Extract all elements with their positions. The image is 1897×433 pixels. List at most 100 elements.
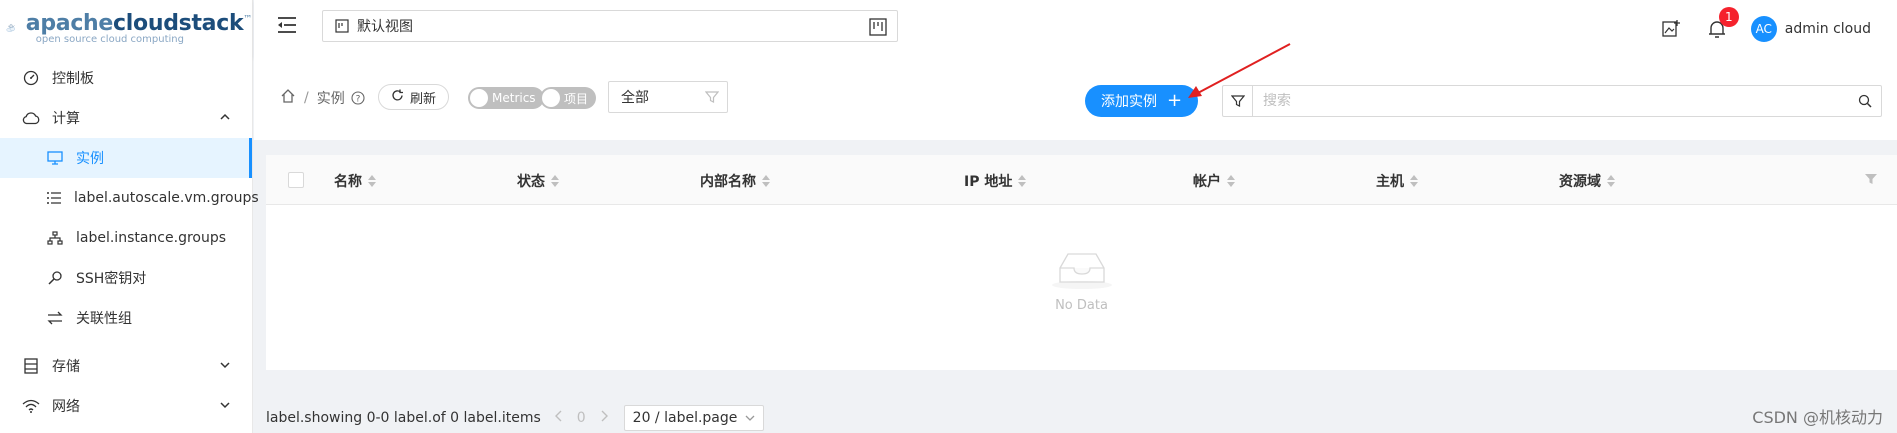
column-header-zone[interactable]: 资源域 bbox=[1559, 171, 1615, 191]
swap-icon bbox=[46, 309, 64, 327]
sidebar-item-label: 存储 bbox=[52, 359, 80, 375]
sidebar-item-network[interactable]: 网络 bbox=[0, 386, 252, 426]
sort-icon bbox=[1018, 175, 1027, 187]
page-toolbar: / 实例 ? 刷新 Metrics 项目 全部 添加实例 + bbox=[254, 58, 1897, 140]
filter-select[interactable]: 全部 bbox=[608, 81, 728, 113]
search-button[interactable] bbox=[1849, 86, 1881, 116]
sidebar-item-storage[interactable]: 存储 bbox=[0, 346, 252, 386]
project-toggle[interactable]: 项目 bbox=[540, 87, 597, 109]
sidebar-item-label: label.instance.groups bbox=[76, 230, 227, 246]
sidebar-item-compute[interactable]: 计算 bbox=[0, 98, 252, 138]
sort-icon bbox=[1607, 175, 1615, 187]
cloud-icon bbox=[22, 109, 40, 127]
view-selector[interactable]: 默认视图 bbox=[322, 10, 898, 42]
page-size-select[interactable]: 20 / label.page bbox=[623, 405, 765, 431]
sidebar-item-label: 网络 bbox=[52, 399, 80, 415]
watermark: CSDN @机核动力 bbox=[1752, 408, 1883, 427]
sort-icon bbox=[1410, 175, 1418, 187]
cloudstack-mascot-icon bbox=[6, 23, 15, 32]
sidebar-item-label: 关联性组 bbox=[76, 311, 132, 327]
chevron-down-icon bbox=[220, 398, 230, 414]
sidebar-item-label: label.autoscale.vm.groups bbox=[74, 190, 259, 206]
sidebar-item-dashboard[interactable]: 控制板 bbox=[0, 58, 252, 98]
metrics-toggle[interactable]: Metrics bbox=[468, 87, 544, 109]
column-header-state[interactable]: 状态 bbox=[517, 171, 559, 191]
table-header: 名称 状态 内部名称 IP 地址 帐户 主机 资源域 bbox=[266, 155, 1897, 205]
sort-icon bbox=[1227, 175, 1235, 187]
user-name[interactable]: admin cloud bbox=[1785, 21, 1871, 37]
column-header-internal-name[interactable]: 内部名称 bbox=[700, 171, 770, 191]
menu-fold-icon[interactable] bbox=[276, 14, 298, 36]
add-instance-button[interactable]: 添加实例 + bbox=[1085, 85, 1199, 117]
project-icon bbox=[335, 19, 349, 33]
breadcrumb: / 实例 ? bbox=[280, 88, 365, 108]
notification-badge: 1 bbox=[1718, 7, 1739, 27]
avatar[interactable]: AC bbox=[1750, 16, 1777, 42]
home-icon[interactable] bbox=[280, 88, 296, 108]
bell-icon[interactable]: 1 bbox=[1705, 7, 1739, 41]
column-header-host[interactable]: 主机 bbox=[1376, 171, 1418, 191]
metrics-toggle-label: Metrics bbox=[492, 91, 536, 105]
project-toggle-label: 项目 bbox=[564, 91, 589, 106]
empty-inbox-icon bbox=[1051, 253, 1112, 289]
sidebar-item-affinity-groups[interactable]: 关联性组 bbox=[0, 298, 252, 338]
breadcrumb-separator: / bbox=[304, 90, 309, 106]
sort-icon bbox=[762, 175, 770, 187]
filter-select-value: 全部 bbox=[621, 90, 649, 106]
logo[interactable]: apachecloudstack™ open source cloud comp… bbox=[0, 0, 252, 56]
key-icon bbox=[46, 269, 64, 287]
sort-icon bbox=[368, 175, 376, 187]
database-icon bbox=[22, 357, 40, 375]
column-header-account[interactable]: 帐户 bbox=[1193, 171, 1235, 191]
chevron-down-icon bbox=[745, 410, 755, 426]
search-input[interactable] bbox=[1253, 86, 1849, 116]
help-icon[interactable]: ? bbox=[351, 91, 365, 105]
wifi-icon bbox=[22, 397, 40, 415]
sidebar-item-label: SSH密钥对 bbox=[76, 271, 147, 287]
svg-text:?: ? bbox=[355, 95, 360, 105]
column-header-name[interactable]: 名称 bbox=[334, 171, 376, 191]
brand-name: apachecloudstack™ bbox=[25, 11, 253, 36]
top-header: 默认视图 1 AC admin cloud bbox=[254, 0, 1897, 58]
empty-state: No Data bbox=[266, 250, 1897, 313]
sidebar-item-label: 实例 bbox=[76, 151, 104, 167]
sidebar-item-instances[interactable]: 实例 bbox=[0, 138, 252, 178]
sidebar-item-label: 计算 bbox=[52, 111, 80, 127]
sidebar: apachecloudstack™ open source cloud comp… bbox=[0, 0, 259, 433]
prev-page-icon[interactable] bbox=[554, 410, 563, 426]
page-size-value: 20 / label.page bbox=[632, 410, 738, 426]
project-board-icon bbox=[869, 18, 887, 36]
sidebar-item-autoscale-vm-groups[interactable]: label.autoscale.vm.groups bbox=[0, 178, 259, 218]
sitemap-icon bbox=[46, 229, 64, 247]
next-page-icon[interactable] bbox=[600, 410, 608, 426]
pagination: label.showing 0-0 label.of 0 label.items… bbox=[266, 405, 765, 431]
select-all-checkbox[interactable] bbox=[288, 172, 304, 188]
add-instance-label: 添加实例 bbox=[1101, 94, 1157, 110]
search-box bbox=[1222, 85, 1882, 117]
refresh-button[interactable]: 刷新 bbox=[378, 84, 450, 110]
sort-icon bbox=[551, 175, 559, 187]
chevron-up-icon bbox=[220, 110, 230, 126]
sidebar-item-label: 控制板 bbox=[52, 71, 94, 87]
list-icon bbox=[46, 189, 62, 207]
create-template-icon[interactable] bbox=[1659, 17, 1683, 41]
plus-icon: + bbox=[1167, 90, 1183, 111]
dashboard-icon bbox=[22, 69, 40, 87]
annotation-arrow-icon bbox=[1188, 43, 1291, 98]
breadcrumb-current: 实例 bbox=[316, 91, 345, 107]
view-selector-value: 默认视图 bbox=[357, 19, 413, 35]
empty-text: No Data bbox=[1055, 298, 1108, 313]
instances-table: 名称 状态 内部名称 IP 地址 帐户 主机 资源域 No Data bbox=[266, 155, 1897, 370]
sidebar-item-instance-groups[interactable]: label.instance.groups bbox=[0, 218, 252, 258]
refresh-label: 刷新 bbox=[410, 91, 437, 107]
column-header-ip-address[interactable]: IP 地址 bbox=[964, 171, 1027, 191]
pagination-summary: label.showing 0-0 label.of 0 label.items bbox=[266, 410, 541, 426]
monitor-icon bbox=[46, 149, 64, 167]
page-number[interactable]: 0 bbox=[577, 410, 586, 426]
refresh-icon bbox=[391, 89, 404, 106]
search-icon bbox=[1858, 94, 1872, 108]
chevron-down-icon bbox=[220, 358, 230, 374]
column-filter-icon[interactable] bbox=[1865, 173, 1877, 189]
sidebar-item-ssh-keypairs[interactable]: SSH密钥对 bbox=[0, 258, 252, 298]
filter-icon bbox=[704, 90, 720, 108]
